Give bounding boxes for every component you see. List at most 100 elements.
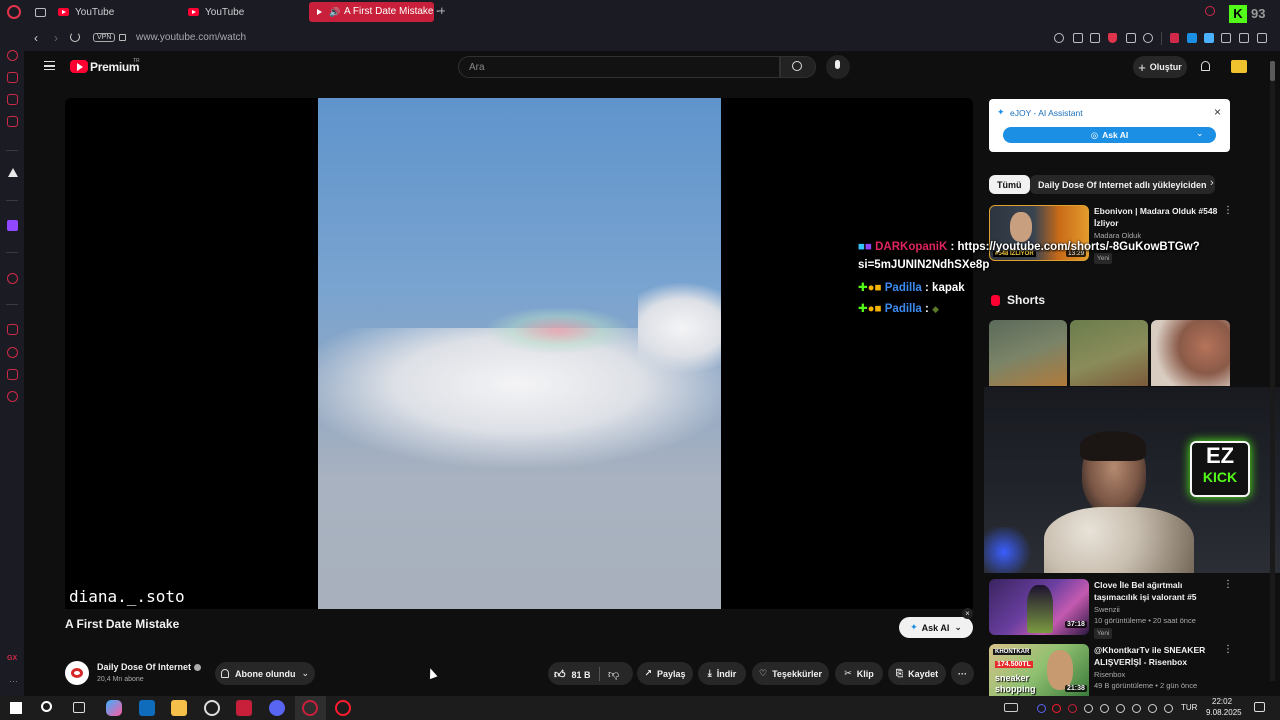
short-thumbnail-3[interactable] [1151, 320, 1230, 386]
search-tabs-icon[interactable] [1205, 6, 1215, 16]
chevron-right-icon[interactable]: › [1210, 177, 1214, 189]
recording-app-icon[interactable] [236, 700, 252, 716]
recommendation-channel[interactable]: Swenzii [1094, 604, 1120, 615]
more-options-icon[interactable]: ⋮ [1223, 579, 1233, 590]
tray-battery-icon[interactable] [1164, 704, 1173, 713]
opera-icon[interactable] [335, 700, 351, 716]
lock-icon[interactable] [119, 34, 126, 41]
search-input[interactable]: Ara [458, 56, 780, 78]
download-button[interactable]: ⤓ İndir [698, 662, 746, 685]
recommendation-channel[interactable]: Madara Olduk [1094, 230, 1141, 241]
extensions-icon[interactable] [7, 369, 18, 380]
shield-icon[interactable] [1108, 33, 1117, 43]
heart-icon[interactable] [1143, 33, 1153, 43]
chevron-down-icon[interactable]: ⌄ [1196, 128, 1204, 139]
tray-volume-icon[interactable] [1148, 704, 1157, 713]
extensions-puzzle-icon[interactable] [1221, 33, 1231, 43]
download-icon[interactable] [1239, 33, 1249, 43]
ejoy-close-icon[interactable]: × [1214, 105, 1221, 119]
recommendation-channel[interactable]: Risenbox [1094, 669, 1125, 680]
twitch-icon[interactable] [7, 220, 18, 231]
history-icon[interactable] [7, 347, 18, 358]
tray-opera-icon[interactable] [1052, 704, 1061, 713]
tray-discord-icon[interactable] [1037, 704, 1046, 713]
recommendation-title[interactable]: Ebonivon | Madara Olduk #548 [1094, 205, 1217, 217]
like-button[interactable]: 👍︎ 81 B [554, 668, 591, 681]
extension-logo-icon[interactable]: K [1229, 5, 1247, 23]
tab-youtube-1[interactable]: YouTube [50, 2, 178, 22]
tab-active-video[interactable]: 🔊 A First Date Mistake - [309, 2, 440, 22]
kick-app-icon[interactable] [8, 168, 18, 177]
chip-uploader[interactable]: Daily Dose Of Internet adlı yükleyiciden [1030, 175, 1215, 194]
task-view-icon[interactable] [73, 702, 85, 713]
more-actions-button[interactable]: ··· [951, 662, 974, 685]
video-player[interactable]: diana._.soto [65, 98, 973, 609]
tray-wifi-icon[interactable] [1132, 704, 1141, 713]
discord-icon[interactable] [269, 700, 285, 716]
settings-icon[interactable] [7, 391, 18, 402]
short-thumbnail-2[interactable] [1070, 320, 1148, 386]
search-icon[interactable] [41, 701, 52, 712]
mail-icon[interactable] [7, 116, 18, 127]
tray-network-icon[interactable] [1100, 704, 1109, 713]
account-avatar[interactable] [1231, 60, 1247, 73]
workspaces-icon[interactable] [35, 8, 46, 17]
thumbs-down-icon[interactable]: 👎︎ [608, 668, 619, 681]
gx-corner-icon[interactable] [7, 94, 18, 105]
recommendation-title-2[interactable]: taşımacılık işi valorant #5 [1094, 591, 1197, 603]
opera-gx-icon[interactable] [302, 700, 318, 716]
windows-start-icon[interactable] [10, 702, 22, 714]
more-options-icon[interactable]: ⋮ [1223, 644, 1233, 655]
create-button[interactable]: + Oluştur [1133, 56, 1187, 78]
close-ask-ai-icon[interactable]: × [962, 608, 973, 619]
clip-button[interactable]: ✂ Klip [835, 662, 883, 685]
easy-setup-icon[interactable] [1257, 33, 1267, 43]
ejoy-ask-button[interactable]: ◎ Ask AI [1003, 127, 1216, 143]
zoom-icon[interactable] [1054, 33, 1064, 43]
reload-icon[interactable] [70, 32, 80, 42]
chip-all[interactable]: Tümü [989, 175, 1030, 194]
more-options-icon[interactable]: ⋮ [1223, 205, 1233, 216]
tray-mic-icon[interactable] [1116, 704, 1125, 713]
vpn-badge[interactable]: VPN [93, 33, 116, 42]
subscribed-button[interactable]: Abone olundu ⌄ [215, 662, 315, 685]
new-tab-button[interactable]: + [438, 3, 446, 18]
scrollbar-thumb[interactable] [1270, 61, 1275, 81]
recommendation-thumbnail[interactable]: KHONTKAR 174.500TL sneaker shopping 21:3… [989, 644, 1089, 696]
clock-app-icon[interactable] [204, 700, 220, 716]
keyboard-language[interactable]: TUR [1181, 703, 1197, 712]
thanks-button[interactable]: ♡ Teşekkürler [752, 662, 829, 685]
notifications-bell-icon[interactable] [1201, 61, 1210, 71]
short-thumbnail-1[interactable] [989, 320, 1067, 386]
tab-youtube-2[interactable]: YouTube [180, 2, 308, 22]
ask-ai-video-button[interactable]: ✦ Ask AI ⌄ [899, 617, 973, 638]
file-explorer-icon[interactable] [171, 700, 187, 716]
outlook-icon[interactable] [139, 700, 155, 716]
translate-extension-icon[interactable] [1204, 33, 1214, 43]
recommendation-thumbnail[interactable]: 37:18 [989, 579, 1089, 635]
clock-date[interactable]: 9.08.2025 [1206, 708, 1242, 717]
page-scrollbar[interactable] [1270, 61, 1275, 681]
channel-name[interactable]: Daily Dose Of Internet [97, 662, 191, 672]
player-icon[interactable] [7, 273, 18, 284]
ejoy-extension-icon[interactable] [1187, 33, 1197, 43]
copilot-icon[interactable] [106, 700, 122, 716]
speaker-icon[interactable]: 🔊 [329, 7, 340, 18]
bookmark-icon[interactable] [1126, 33, 1136, 43]
notifications-icon[interactable] [1254, 702, 1265, 712]
tray-app-icon[interactable] [1004, 703, 1018, 712]
crypto-wallet-icon[interactable] [7, 72, 18, 83]
forward-button[interactable]: › [54, 31, 58, 45]
recommendation-title-2[interactable]: İzliyor [1094, 217, 1119, 229]
share-button[interactable]: ↗ Paylaş [637, 662, 693, 685]
more-icon[interactable]: ··· [9, 676, 18, 686]
recommendation-title-2[interactable]: ALIŞVERİŞİ - Risenbox [1094, 656, 1187, 668]
pin-icon[interactable] [1073, 33, 1083, 43]
aria-icon[interactable] [7, 50, 18, 61]
clock-time[interactable]: 22:02 [1212, 697, 1232, 706]
snapshot-icon[interactable] [1090, 33, 1100, 43]
recommendation-title[interactable]: @KhontkarTv ile SNEAKER [1094, 644, 1205, 656]
recommendation-title[interactable]: Clove İle Bel ağırtmalı [1094, 579, 1182, 591]
gx-label-icon[interactable]: GX [7, 655, 17, 662]
opera-menu-icon[interactable] [7, 5, 21, 19]
